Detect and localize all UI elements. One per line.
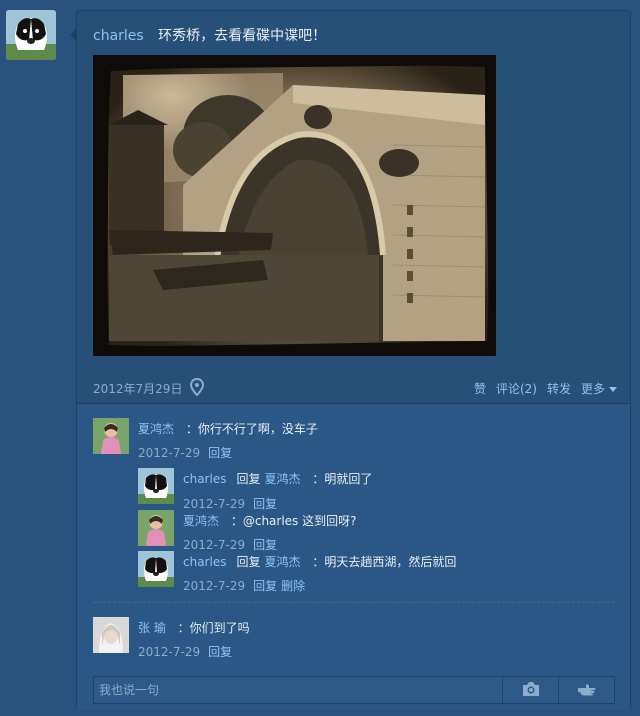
post-author-link[interactable]: charles — [93, 28, 144, 44]
comment-date: 2012-7-29 — [138, 645, 201, 659]
comment-button[interactable]: 评论(2) — [496, 380, 537, 397]
delete-button[interactable]: 删除 — [281, 579, 305, 593]
reply-button[interactable]: 回复 — [208, 645, 232, 659]
reply-target[interactable]: 夏鸿杰 — [264, 472, 300, 486]
comment-meta: 2012-7-29 回复 — [138, 444, 232, 461]
reply-author[interactable]: 夏鸿杰 — [183, 514, 219, 528]
reply-button[interactable]: 回复 — [208, 446, 232, 460]
reply-button[interactable]: 回复 — [253, 497, 277, 511]
reply-text: ：@charles 这到回呀? — [230, 514, 357, 528]
reply-line: charles 回复 夏鸿杰 ：明天去趟西湖，然后就回 — [183, 553, 456, 570]
post-author-avatar[interactable] — [6, 10, 56, 60]
reply-avatar[interactable] — [138, 510, 174, 546]
reply-word: 回复 — [236, 472, 261, 486]
comment-avatar[interactable] — [93, 418, 129, 454]
post-card: charles 环秀桥，去看看碟中谍吧！ 2012年7月29日 赞 评论(2) … — [76, 10, 631, 710]
pointing-hand-icon — [577, 681, 597, 700]
reply-word: 回复 — [236, 555, 261, 569]
reply-avatar[interactable] — [138, 551, 174, 587]
reply-target[interactable]: 夏鸿杰 — [264, 555, 300, 569]
reply-avatar[interactable] — [138, 468, 174, 504]
post-photo[interactable] — [93, 55, 496, 356]
share-hand-button[interactable] — [558, 677, 615, 703]
post-actions: 赞 评论(2) 转发 更多 — [474, 380, 617, 397]
comments-section: 夏鸿杰 ：你行不行了啊，没车子 2012-7-29 回复 charles 回复 夏鸿杰… — [77, 403, 630, 710]
comment-divider — [93, 602, 615, 603]
comment-line: 张 瑜 ：你们到了吗 — [138, 619, 250, 636]
camera-icon — [522, 681, 540, 700]
comment-avatar[interactable] — [93, 617, 129, 653]
reply-button[interactable]: 回复 — [253, 579, 277, 593]
reply-date: 2012-7-29 — [183, 538, 246, 552]
photo-button[interactable] — [502, 677, 559, 703]
location-pin-icon[interactable] — [189, 377, 205, 399]
post-text: 环秀桥，去看看碟中谍吧！ — [158, 28, 327, 44]
reply-meta: 2012-7-29 回复 删除 — [183, 577, 305, 594]
post-meta-bar: 2012年7月29日 赞 评论(2) 转发 更多 — [93, 377, 617, 399]
like-button[interactable]: 赞 — [474, 380, 486, 397]
more-label: 更多 — [580, 382, 605, 396]
comment-composer — [93, 676, 615, 704]
comment-date: 2012-7-29 — [138, 446, 201, 460]
reply-meta: 2012-7-29 回复 — [183, 536, 277, 553]
reply-text: ：明就回了 — [312, 472, 373, 486]
comment-line: 夏鸿杰 ：你行不行了啊，没车子 — [138, 420, 318, 437]
reply-author[interactable]: charles — [183, 472, 226, 486]
caret-down-icon — [609, 387, 617, 392]
comment-meta: 2012-7-29 回复 — [138, 643, 232, 660]
reply-date: 2012-7-29 — [183, 497, 246, 511]
comment-text: ：你行不行了啊，没车子 — [185, 422, 318, 436]
reply-date: 2012-7-29 — [183, 579, 246, 593]
share-button[interactable]: 转发 — [547, 380, 571, 397]
more-button[interactable]: 更多 — [581, 380, 617, 397]
reply-line: 夏鸿杰 ：@charles 这到回呀? — [183, 512, 357, 529]
reply-line: charles 回复 夏鸿杰 ：明就回了 — [183, 470, 372, 487]
comment-author[interactable]: 张 瑜 — [138, 621, 166, 635]
reply-button[interactable]: 回复 — [253, 538, 277, 552]
reply-author[interactable]: charles — [183, 555, 226, 569]
reply-meta: 2012-7-29 回复 — [183, 495, 277, 512]
post-date: 2012年7月29日 — [93, 382, 183, 396]
post-header: charles 环秀桥，去看看碟中谍吧！ — [93, 25, 326, 45]
comment-author[interactable]: 夏鸿杰 — [138, 422, 174, 436]
comment-text: ：你们到了吗 — [177, 621, 250, 635]
reply-text: ：明天去趟西湖，然后就回 — [312, 555, 457, 569]
comment-input[interactable] — [94, 677, 502, 703]
